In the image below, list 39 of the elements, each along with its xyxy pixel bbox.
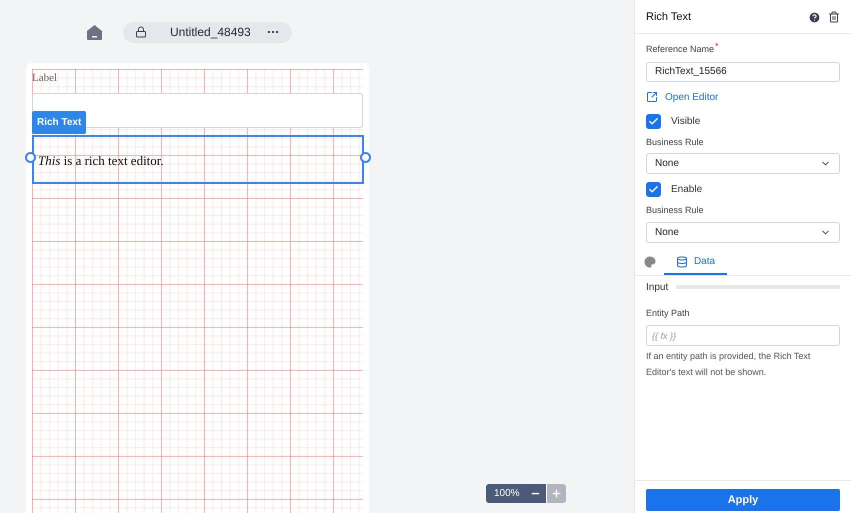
- home-icon[interactable]: [86, 24, 103, 40]
- rich-text-editor[interactable]: This is a rich text editor.: [32, 134, 364, 184]
- plus-icon: [550, 488, 562, 499]
- lock-icon[interactable]: [135, 26, 147, 38]
- apply-button[interactable]: Apply: [646, 489, 840, 511]
- field-label: Label: [32, 71, 58, 86]
- open-editor-link[interactable]: Open Editor: [646, 90, 718, 104]
- entity-path-field[interactable]: {{ fx }}: [646, 325, 840, 346]
- zoom-level: 100%: [486, 484, 526, 503]
- field-label: Business Rule: [646, 136, 705, 148]
- checkbox-label: Enable: [671, 183, 702, 197]
- document-title: Untitled_48493: [170, 24, 251, 41]
- help-icon[interactable]: [808, 10, 821, 24]
- check-icon: [648, 116, 659, 126]
- data-tab[interactable]: Data: [664, 250, 727, 274]
- checkbox-label: Visible: [671, 114, 700, 128]
- field-label: Entity Path: [646, 306, 691, 320]
- business-rule-select[interactable]: None: [646, 153, 840, 174]
- palette-icon: [644, 256, 656, 268]
- field-label: Reference Name: [646, 43, 714, 56]
- resize-handle[interactable]: [25, 152, 36, 162]
- resize-handle[interactable]: [360, 152, 371, 162]
- reference-name-field[interactable]: RichText_15566: [646, 62, 840, 82]
- required-mark: *: [715, 40, 719, 53]
- check-icon: [648, 184, 659, 195]
- section-title: Input: [646, 280, 668, 294]
- business-rule-select[interactable]: None: [646, 222, 840, 242]
- external-link-icon: [646, 91, 658, 103]
- database-icon: [676, 256, 688, 268]
- help-text: If an entity path is provided, the Rich Text Editor's text will not be shown.: [646, 350, 812, 379]
- field-label: Business Rule: [646, 204, 705, 217]
- zoom-in-button[interactable]: [546, 484, 566, 503]
- panel-title: Rich Text: [646, 10, 692, 25]
- checkbox[interactable]: [646, 114, 661, 128]
- zoom-out-button[interactable]: [526, 484, 546, 503]
- rich-text: This is a rich text editor.: [38, 152, 164, 170]
- trash-icon[interactable]: [828, 11, 840, 23]
- checkbox[interactable]: [646, 182, 661, 197]
- selection-tooltip: Rich Text: [32, 110, 86, 134]
